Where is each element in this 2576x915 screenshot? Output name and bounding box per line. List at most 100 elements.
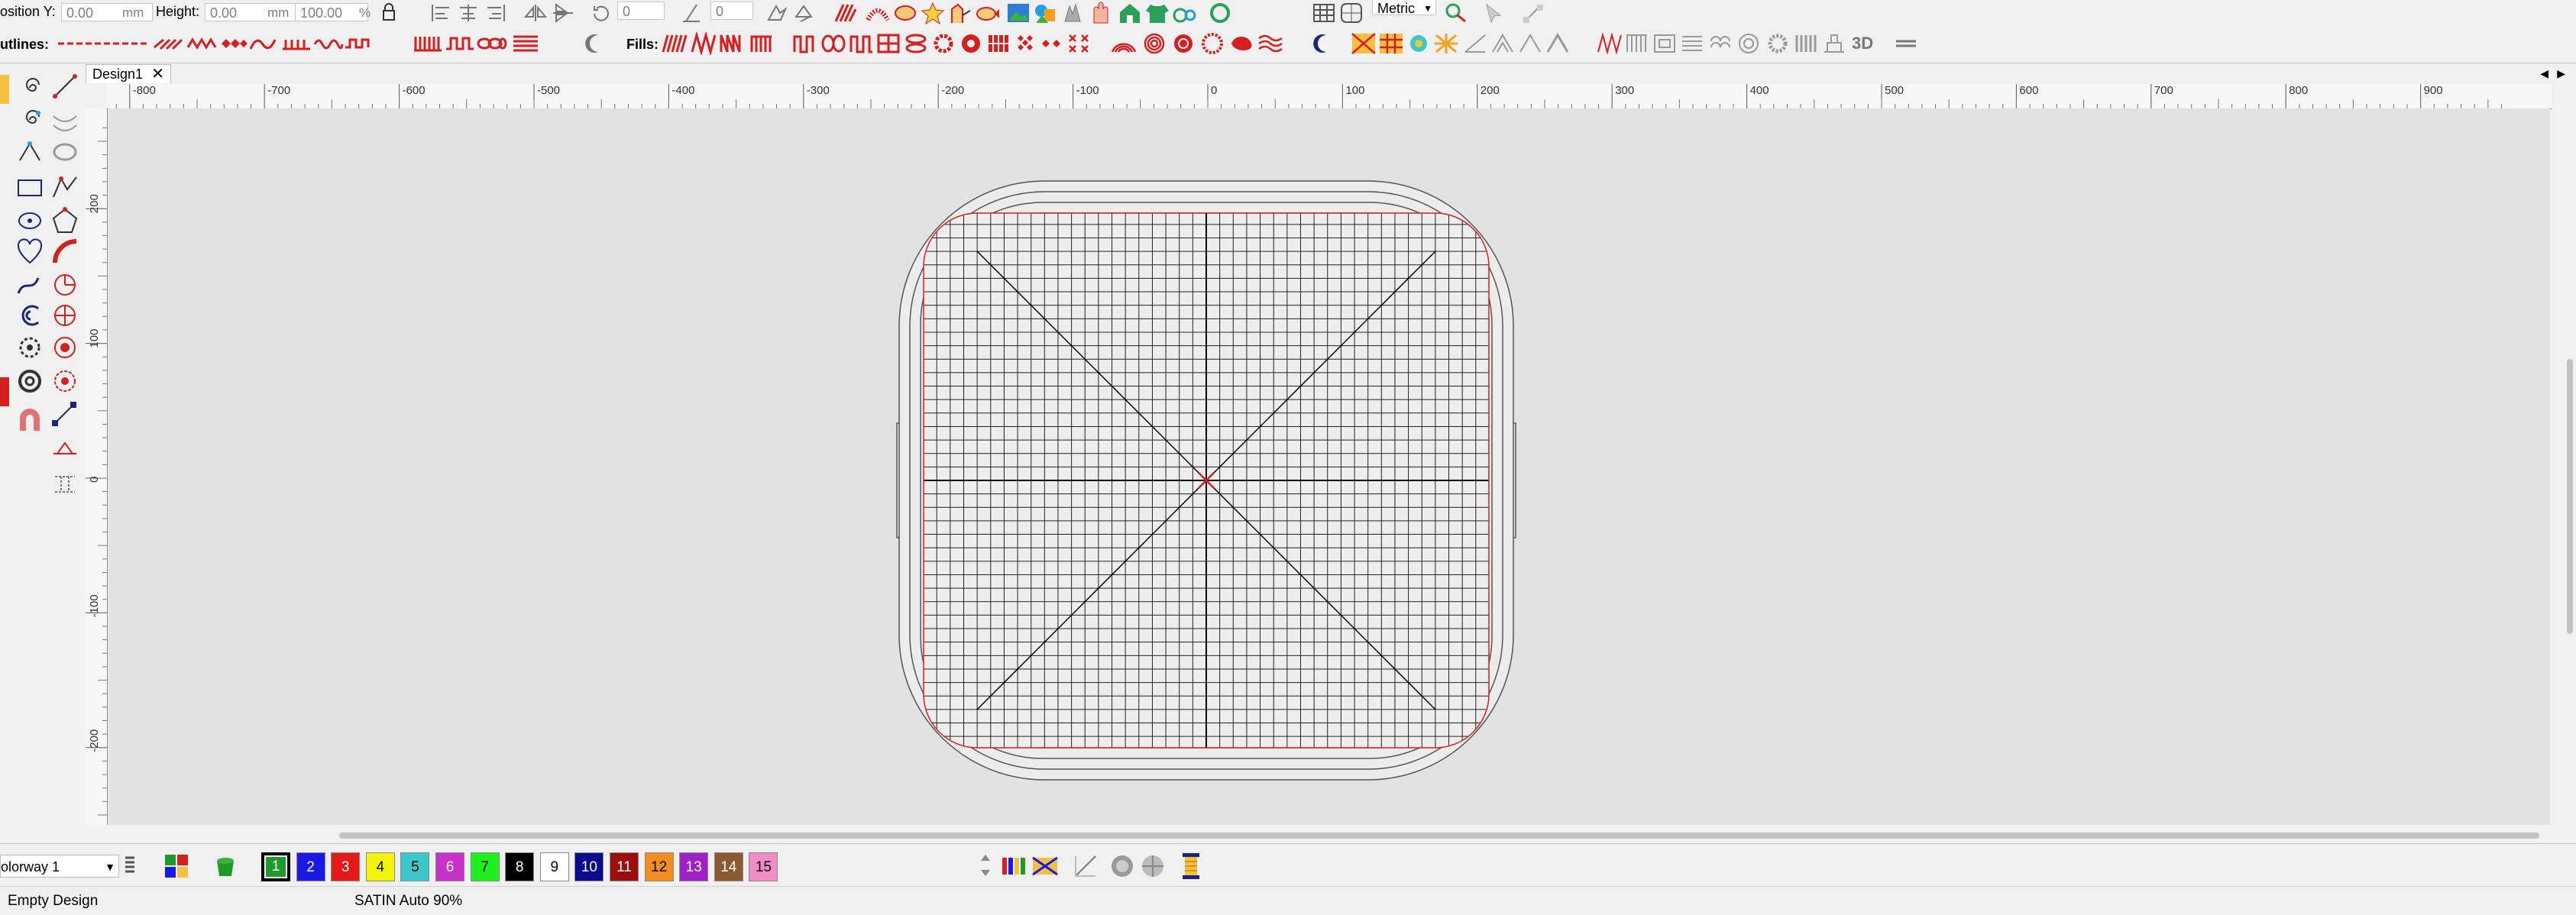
tab-scroll-right-icon[interactable]: ▶ [2557, 67, 2565, 80]
tab-scroll-left-icon[interactable]: ◀ [2540, 67, 2548, 80]
thread-swatch-14[interactable]: 14 [714, 852, 743, 881]
thread-swatch-13[interactable]: 13 [679, 852, 709, 881]
design-canvas[interactable] [108, 108, 2550, 825]
thread-swatch-10[interactable]: 10 [574, 852, 604, 881]
palette-scroll-icon[interactable] [978, 850, 993, 881]
chain-border-icon[interactable] [477, 32, 507, 55]
heart-tool-icon[interactable] [15, 237, 44, 266]
arc-tool-icon[interactable] [50, 237, 79, 266]
pie-tool-icon[interactable] [50, 270, 79, 299]
grid-icon[interactable] [1311, 2, 1337, 24]
triangle-icon[interactable] [1545, 32, 1571, 55]
crescent-fill-icon[interactable] [1306, 31, 1332, 53]
align-center-icon[interactable] [455, 2, 481, 24]
fill-gear-icon[interactable] [930, 32, 956, 55]
thread-swatch-12[interactable]: 12 [644, 852, 674, 881]
vertical-scrollbar[interactable] [2552, 84, 2576, 826]
fill-zigzag-icon[interactable] [691, 31, 717, 57]
hoop-view-icon[interactable] [1338, 2, 1364, 24]
rectangle-tool-icon[interactable] [15, 173, 44, 202]
thread-swatch-9[interactable]: 9 [539, 852, 569, 881]
rotate-angle-field[interactable]: 0 [617, 2, 665, 20]
freehand-tool-icon[interactable] [15, 270, 44, 299]
zoom-tools-icon[interactable] [1444, 2, 1470, 24]
crenel-border-icon[interactable] [445, 32, 475, 55]
fish-motif-icon[interactable] [975, 2, 1001, 24]
record-icon[interactable] [1109, 853, 1135, 879]
stripes-icon[interactable] [1679, 32, 1705, 55]
fill-swirl-icon[interactable] [1228, 32, 1254, 55]
glove-icon[interactable] [1088, 2, 1114, 24]
crescent-icon[interactable] [578, 31, 604, 53]
swirl-tool-icon[interactable] [15, 301, 44, 330]
fill-spiral-icon[interactable] [1141, 32, 1167, 55]
rotate-icon[interactable] [588, 2, 614, 24]
stamp-icon[interactable] [1821, 32, 1847, 55]
columns-fill-icon[interactable] [1792, 32, 1818, 55]
select-tool-icon[interactable] [0, 75, 9, 104]
paint-bucket-icon[interactable] [212, 853, 238, 879]
slice-tool-icon[interactable] [1073, 853, 1099, 879]
thread-swatch-15[interactable]: 15 [749, 852, 778, 881]
fill-ovals-icon[interactable] [903, 32, 929, 55]
cross-stitch-star-icon[interactable] [1433, 32, 1459, 55]
fill-wave-icon[interactable] [1257, 32, 1283, 55]
colorway-list-icon[interactable] [124, 855, 136, 878]
circle-fill-icon[interactable] [1736, 32, 1762, 55]
thread-swatch-1[interactable]: 1 [261, 852, 290, 881]
knife-tool-icon[interactable] [50, 438, 79, 467]
spiral-tool-icon[interactable] [15, 73, 44, 102]
colorway-select[interactable]: olorway 1 ▼ [0, 855, 119, 878]
blanket-stitch-icon[interactable] [281, 32, 312, 55]
line-angle-icon[interactable] [1462, 32, 1488, 55]
thread-spool-icon[interactable] [1178, 852, 1204, 881]
zigzag-line-icon[interactable] [186, 32, 217, 55]
shape-fill-icon[interactable] [947, 2, 973, 24]
fill-flower-icon[interactable] [958, 32, 984, 55]
flower-tool-icon[interactable] [15, 333, 44, 362]
ring-tool-icon[interactable] [15, 367, 44, 396]
satin-line-icon[interactable] [153, 32, 183, 55]
lock-icon[interactable] [376, 2, 402, 24]
horizontal-scrollbar[interactable] [107, 826, 2552, 843]
vertical-scroll-thumb[interactable] [2567, 359, 2573, 634]
node-edit-icon[interactable] [1520, 2, 1546, 24]
feather-stitch-icon[interactable] [865, 2, 891, 24]
cross-stitch-grid-icon[interactable] [1378, 32, 1404, 55]
view-3d-button[interactable]: 3D [1852, 35, 1873, 52]
pointer-icon[interactable] [1482, 2, 1508, 24]
scallop-icon[interactable] [1708, 32, 1734, 55]
cross-stitch-fill-icon[interactable] [1351, 32, 1377, 55]
slant-icon[interactable] [678, 2, 704, 24]
fill-scatter-icon[interactable] [1039, 32, 1065, 55]
measure-tool-icon[interactable] [50, 469, 79, 498]
running-stitch-icon[interactable] [57, 32, 148, 55]
spiral2-tool-icon[interactable] [15, 105, 44, 134]
star-tool-icon[interactable] [50, 333, 79, 362]
mirror-vertical-icon[interactable] [550, 2, 576, 24]
globe-icon[interactable] [1140, 853, 1166, 879]
thread-chart-icon[interactable] [1001, 853, 1028, 879]
ellipse-tool-icon[interactable] [50, 137, 79, 167]
palette-grid-icon[interactable] [163, 853, 189, 879]
fill-dots-icon[interactable] [1013, 32, 1039, 55]
fill-tile-icon[interactable] [875, 32, 901, 55]
tab-design1[interactable]: Design1 ✕ [86, 64, 172, 83]
polygon-tool-icon[interactable] [50, 206, 79, 235]
polyline-tool-icon[interactable] [50, 173, 79, 202]
line-tool-icon[interactable] [50, 72, 79, 101]
thread-swatch-6[interactable]: 6 [435, 852, 464, 881]
leaf-stitch-icon[interactable] [892, 2, 918, 24]
circle-tool-icon[interactable] [15, 206, 44, 235]
thread-swatch-3[interactable]: 3 [331, 852, 361, 881]
starburst-tool-icon[interactable] [50, 367, 79, 396]
thread-swatch-7[interactable]: 7 [470, 852, 500, 881]
fill-diamonds-icon[interactable] [985, 32, 1011, 55]
panel-toggle-icon[interactable] [1893, 32, 1919, 55]
fill-columns-icon[interactable] [749, 32, 775, 55]
star-stitch-icon[interactable] [920, 2, 946, 25]
node-tool-icon[interactable] [50, 400, 79, 429]
thread-swatch-4[interactable]: 4 [365, 852, 395, 881]
shapes-color-icon[interactable] [1033, 2, 1059, 24]
fill-satin-icon[interactable] [662, 32, 688, 55]
